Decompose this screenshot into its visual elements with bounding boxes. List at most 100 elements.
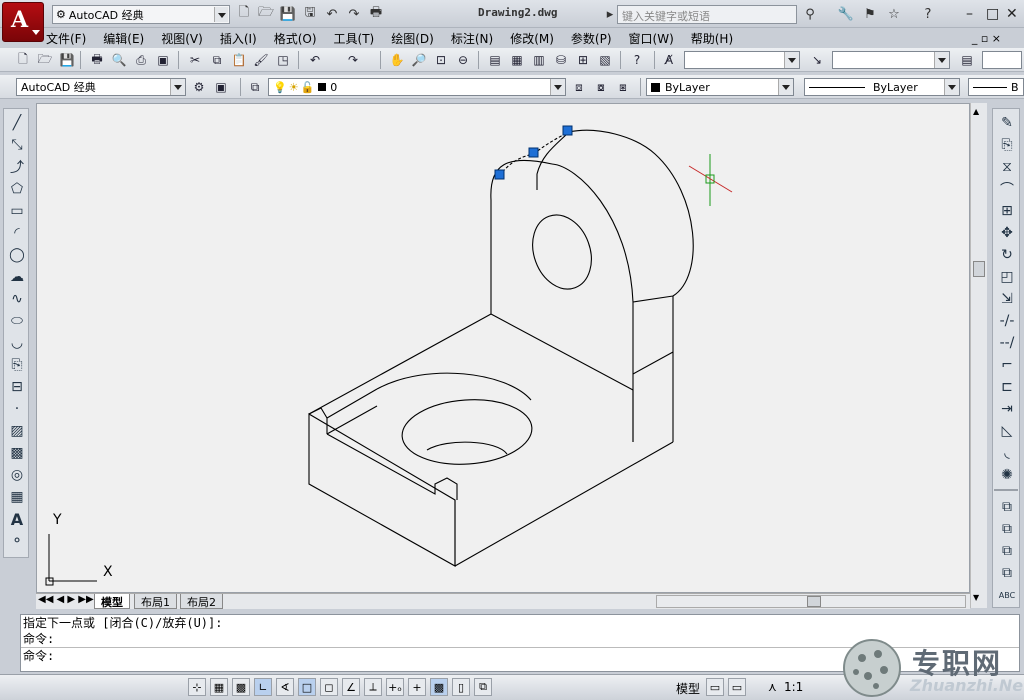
- revision-cloud-icon[interactable]: ☁: [7, 267, 27, 287]
- exchange-icon[interactable]: ⚑: [860, 5, 880, 23]
- rectangle-icon[interactable]: ▭: [7, 201, 27, 221]
- new-icon[interactable]: 🗋: [14, 51, 32, 69]
- copy-object-icon[interactable]: ⎘: [997, 135, 1017, 155]
- layer-states-icon[interactable]: ⧆: [614, 78, 632, 96]
- layer-manager-icon[interactable]: ⧉: [246, 78, 264, 96]
- binoculars-icon[interactable]: ⚲: [800, 5, 820, 23]
- block-editor-icon[interactable]: ◳: [274, 51, 292, 69]
- chevron-down-icon[interactable]: [214, 7, 228, 22]
- plot-preview-icon[interactable]: 🔍: [110, 51, 128, 69]
- draworder-under-icon[interactable]: ⧉: [997, 563, 1017, 583]
- workspace-settings-icon[interactable]: ▣: [212, 78, 230, 96]
- dim-style-icon[interactable]: ↘: [808, 51, 826, 69]
- layer-previous-icon[interactable]: ⧇: [592, 78, 610, 96]
- open-icon[interactable]: 🗁: [256, 5, 276, 23]
- menu-file[interactable]: 文件(F): [46, 30, 86, 47]
- sheet-set-icon[interactable]: ⛁: [552, 51, 570, 69]
- fillet-icon[interactable]: ◟: [997, 443, 1017, 463]
- mtext-icon[interactable]: A: [7, 509, 27, 529]
- chevron-down-icon[interactable]: [944, 79, 959, 95]
- redo-icon[interactable]: ↷: [344, 51, 362, 69]
- horizontal-scroll-thumb[interactable]: [807, 596, 821, 607]
- text-front-icon[interactable]: ABC: [997, 585, 1017, 605]
- quick-view-drawings-icon[interactable]: ▭: [728, 678, 746, 696]
- table-style-icon[interactable]: ▤: [958, 51, 976, 69]
- join-icon[interactable]: ⇥: [997, 399, 1017, 419]
- copy-icon[interactable]: ⧉: [208, 51, 226, 69]
- scroll-thumb[interactable]: [973, 261, 985, 277]
- polyline-icon[interactable]: ⤴: [7, 157, 27, 177]
- layer-combo[interactable]: 💡 ☀ 🔓 0: [268, 78, 566, 96]
- annotation-scale-value[interactable]: 1:1: [784, 680, 803, 694]
- grip-point[interactable]: [562, 125, 573, 136]
- menu-tools[interactable]: 工具(T): [334, 30, 375, 47]
- ellipse-icon[interactable]: ⬭: [7, 311, 27, 331]
- arc-icon[interactable]: ◜: [7, 223, 27, 243]
- hatch-icon[interactable]: ▨: [7, 421, 27, 441]
- object-snap-icon[interactable]: □: [298, 678, 316, 696]
- tab-layout2[interactable]: 布局2: [180, 594, 223, 609]
- gear-icon[interactable]: ⚙: [190, 78, 208, 96]
- minimize-icon[interactable]: –: [966, 6, 973, 22]
- help-icon[interactable]: ?: [918, 5, 938, 23]
- transparency-icon[interactable]: ▩: [430, 678, 448, 696]
- grid-display-icon[interactable]: ▩: [232, 678, 250, 696]
- zoom-previous-icon[interactable]: ⊖: [454, 51, 472, 69]
- publish-icon[interactable]: ⎙: [132, 51, 150, 69]
- properties-icon[interactable]: ▤: [486, 51, 504, 69]
- explode-icon[interactable]: ✺: [997, 465, 1017, 485]
- workspace-dropdown[interactable]: ⚙ AutoCAD 经典: [52, 5, 230, 24]
- pan-icon[interactable]: ✋: [388, 51, 406, 69]
- ducs-icon[interactable]: ⟂: [364, 678, 382, 696]
- draworder-back-icon[interactable]: ⧉: [997, 519, 1017, 539]
- tab-layout1[interactable]: 布局1: [134, 594, 177, 609]
- save-icon[interactable]: 💾: [278, 5, 298, 23]
- text-style-icon[interactable]: A̸: [660, 51, 678, 69]
- make-block-icon[interactable]: ⊟: [7, 377, 27, 397]
- polygon-icon[interactable]: ⬠: [7, 179, 27, 199]
- close-icon[interactable]: ✕: [1006, 6, 1018, 22]
- menu-dimension[interactable]: 标注(N): [451, 30, 493, 47]
- array-icon[interactable]: ⊞: [997, 201, 1017, 221]
- save-icon[interactable]: 💾: [58, 51, 76, 69]
- 3d-print-icon[interactable]: ▣: [154, 51, 172, 69]
- offset-icon[interactable]: ⌒: [997, 179, 1017, 199]
- horizontal-scrollbar[interactable]: [656, 595, 966, 608]
- tool-palettes-icon[interactable]: ▥: [530, 51, 548, 69]
- drawing-canvas[interactable]: Y X: [36, 103, 970, 593]
- maximize-icon[interactable]: □: [986, 6, 999, 22]
- move-icon[interactable]: ✥: [997, 223, 1017, 243]
- print-icon[interactable]: 🖶: [366, 5, 386, 23]
- annotation-scale-icon[interactable]: ⋏: [768, 680, 777, 694]
- zoom-window-icon[interactable]: ⊡: [432, 51, 450, 69]
- linetype-combo[interactable]: ByLayer: [804, 78, 960, 96]
- menu-view[interactable]: 视图(V): [161, 30, 203, 47]
- spline-icon[interactable]: ∿: [7, 289, 27, 309]
- table-style-combo[interactable]: [982, 51, 1022, 69]
- open-icon[interactable]: 🗁: [36, 51, 54, 69]
- region-icon[interactable]: ◎: [7, 465, 27, 485]
- 3d-osnap-icon[interactable]: ◻: [320, 678, 338, 696]
- design-center-icon[interactable]: ▦: [508, 51, 526, 69]
- menu-edit[interactable]: 编辑(E): [103, 30, 144, 47]
- rotate-icon[interactable]: ↻: [997, 245, 1017, 265]
- workspace-combo[interactable]: AutoCAD 经典: [16, 78, 186, 96]
- insert-block-icon[interactable]: ⎘: [7, 355, 27, 375]
- zoom-realtime-icon[interactable]: 🔎: [410, 51, 428, 69]
- quick-properties-icon[interactable]: ▯: [452, 678, 470, 696]
- lineweight-combo[interactable]: B: [968, 78, 1024, 96]
- undo-icon[interactable]: ↶: [306, 51, 324, 69]
- ellipse-arc-icon[interactable]: ◡: [7, 333, 27, 353]
- chevron-down-icon[interactable]: [784, 52, 799, 68]
- application-menu-button[interactable]: A: [2, 2, 44, 42]
- doc-window-controls[interactable]: _ ▫ ×: [972, 32, 1001, 45]
- menu-draw[interactable]: 绘图(D): [391, 30, 434, 47]
- menu-modify[interactable]: 修改(M): [510, 30, 554, 47]
- grip-point[interactable]: [528, 147, 539, 158]
- circle-icon[interactable]: ◯: [7, 245, 27, 265]
- chevron-down-icon[interactable]: [170, 79, 185, 95]
- extend-icon[interactable]: --/: [997, 333, 1017, 353]
- calculator-icon[interactable]: ▧: [596, 51, 614, 69]
- break-icon[interactable]: ⊏: [997, 377, 1017, 397]
- dynamic-input-icon[interactable]: +ₒ: [386, 678, 404, 696]
